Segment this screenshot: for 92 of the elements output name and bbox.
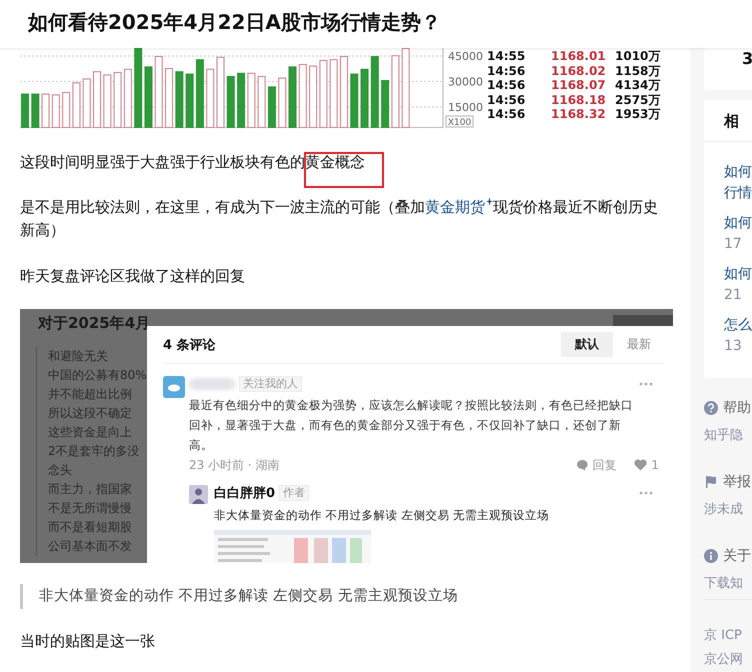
bar xyxy=(144,66,152,128)
author-name: 白白胖胖0 xyxy=(214,485,276,502)
trade-price: 1168.02 xyxy=(551,64,607,78)
block-quote: 非大体量资金的动作 不用过多解读 左侧交易 无需主观预设立场 xyxy=(20,584,672,609)
follower-badge: 关注我的人 xyxy=(239,376,302,392)
scale-label: X100 xyxy=(446,116,474,128)
article-line: 中国的公募有80% xyxy=(48,367,147,384)
comment-meta: 23 小时前 · 湖南 xyxy=(189,456,280,474)
license-text: 京 ICP xyxy=(704,627,743,645)
bar xyxy=(350,74,358,128)
trade-price: 1168.32 xyxy=(551,107,607,122)
answer-count: 17 xyxy=(724,235,743,254)
tick-label: 45000 xyxy=(448,50,483,63)
flag-icon xyxy=(704,475,718,489)
license-text: 京公网 xyxy=(704,651,744,669)
tick-label: 30000 xyxy=(448,76,483,88)
trade-time: 14:56 xyxy=(487,107,526,122)
question-link[interactable]: 行情 xyxy=(724,183,752,204)
search-link[interactable]: 黄金期货 xyxy=(425,198,493,216)
help-icon xyxy=(704,401,718,415)
bar xyxy=(31,94,40,128)
avatar xyxy=(163,376,185,398)
trade-time: 14:56 xyxy=(487,92,526,108)
article-line: 和避险无关 xyxy=(48,348,109,365)
like-count: 1 xyxy=(651,458,659,472)
article-line: 所以这段不确定 xyxy=(48,405,133,422)
article-line: 公司基本面不发 xyxy=(48,538,133,555)
footer-link[interactable]: 知乎隐 xyxy=(704,427,752,445)
trade-volume: 1158万 xyxy=(615,64,662,78)
article-title: 对于2025年4月 xyxy=(38,314,150,333)
question-link[interactable]: 如何 xyxy=(724,213,752,234)
bar xyxy=(21,94,29,128)
footer-link[interactable]: 涉未成 xyxy=(704,501,752,519)
more-icon[interactable] xyxy=(639,491,653,495)
reply-text: 非大体量资金的动作 不用过多解读 左侧交易 无需主观预设立场 xyxy=(214,507,550,524)
bar xyxy=(196,59,204,128)
bar xyxy=(381,80,390,128)
trade-volume: 4134万 xyxy=(615,78,662,93)
trade-time: 14:56 xyxy=(487,78,526,93)
trade-price: 1168.01 xyxy=(551,49,607,64)
article-line: 念头 xyxy=(48,462,73,479)
trade-volume: 1953万 xyxy=(615,107,662,122)
bar xyxy=(186,74,194,128)
paragraph: 当时的贴图是这一张 xyxy=(20,631,156,652)
article-line: 而不是看短期股 xyxy=(48,519,133,536)
trade-price: 1168.07 xyxy=(551,78,607,93)
footer-heading[interactable]: 帮助 xyxy=(723,399,751,417)
bar xyxy=(360,68,369,128)
article-line: 2不是套牢的多没 xyxy=(48,443,141,460)
article-line: 这些资金是向上 xyxy=(48,424,133,441)
info-icon xyxy=(704,549,718,563)
comment-count: 4 条评论 xyxy=(163,336,216,354)
bar xyxy=(237,72,246,128)
paragraph: 昨天复盘评论区我做了这样的回复 xyxy=(20,266,246,287)
tick-label: 15000 xyxy=(448,101,483,114)
author-badge: 作者 xyxy=(279,485,310,501)
sort-tab[interactable]: 默认 xyxy=(561,332,613,357)
trade-price: 1168.18 xyxy=(551,92,607,108)
bar xyxy=(175,71,184,128)
heart-icon[interactable] xyxy=(634,459,648,471)
trade-volume: 2575万 xyxy=(615,92,662,108)
blurred-name xyxy=(189,378,235,390)
card-title: 相 xyxy=(704,100,752,142)
question-title: 如何看待2025年4月22日A股市场行情走势？ xyxy=(28,8,441,36)
question-link[interactable]: 如何 xyxy=(724,162,752,183)
avatar xyxy=(189,485,208,504)
footer-heading[interactable]: 关于 xyxy=(723,547,751,565)
paragraph: 是不是用比较法则，在这里，有成为下一波主流的可能（叠加黄金期货 现货价格最近不断创历史新高） xyxy=(20,196,659,241)
article-line: 并不能超出比例 xyxy=(48,386,133,403)
footer-heading[interactable]: 举报 xyxy=(723,473,751,491)
paragraph: 这段时间明显强于大盘强于行业板块有色的黄金概念 xyxy=(20,152,366,173)
comment-text: 最近有色细分中的黄金极为强势，应该怎么解读呢？按照比较法则，有色已经把缺口回补，显著强于大盘，而有色的黄金部分又强于有色，不仅回补了缺口，还创了新高。 xyxy=(189,397,634,454)
trade-volume: 1010万 xyxy=(615,49,662,64)
answer-count: 21 xyxy=(724,286,743,305)
question-link[interactable]: 怎么 xyxy=(724,315,752,336)
reply-link[interactable]: 回复 xyxy=(592,456,616,474)
article-line: 不是无所谓慢慢 xyxy=(48,500,133,517)
answer-count: 13 xyxy=(724,337,743,356)
trade-time: 14:56 xyxy=(487,64,526,78)
sort-tab[interactable]: 最新 xyxy=(613,332,665,357)
question-link[interactable]: 如何 xyxy=(724,264,752,285)
bar xyxy=(370,56,379,128)
trade-time: 14:55 xyxy=(487,49,526,64)
sparkle-icon xyxy=(486,197,493,206)
bar xyxy=(268,86,276,128)
stat-value: 3 xyxy=(742,49,752,68)
footer-link[interactable]: 下载知 xyxy=(704,575,752,593)
article-line: 而主力，指国家 xyxy=(48,481,133,498)
bar xyxy=(226,76,235,128)
reply-icon xyxy=(576,459,588,471)
more-icon[interactable] xyxy=(639,382,653,386)
bar xyxy=(288,66,297,128)
